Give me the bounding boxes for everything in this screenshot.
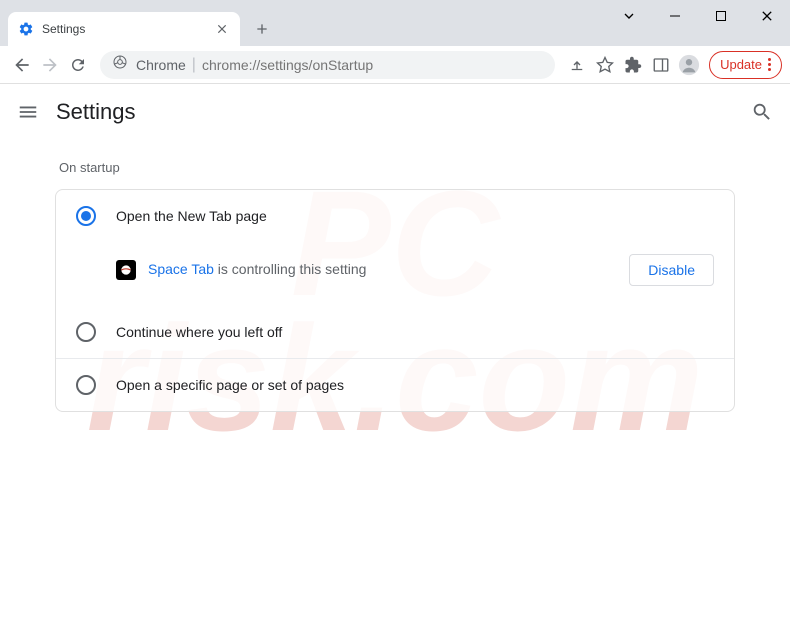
option-continue-label: Continue where you left off xyxy=(116,324,282,340)
maximize-window-button[interactable] xyxy=(698,0,744,32)
option-specific-page-label: Open a specific page or set of pages xyxy=(116,377,344,393)
minimize-window-button[interactable] xyxy=(652,0,698,32)
forward-button[interactable] xyxy=(36,51,64,79)
address-bar[interactable]: Chrome | chrome://settings/onStartup xyxy=(100,51,555,79)
startup-options-card: Open the New Tab page Space Tab is contr… xyxy=(55,189,735,412)
chevron-down-icon[interactable] xyxy=(606,0,652,32)
radio-specific-page[interactable] xyxy=(76,375,96,395)
option-specific-page[interactable]: Open a specific page or set of pages xyxy=(56,358,734,411)
hamburger-menu-icon[interactable] xyxy=(16,100,40,124)
extension-message: is controlling this setting xyxy=(214,261,367,277)
disable-extension-button[interactable]: Disable xyxy=(629,254,714,286)
search-icon[interactable] xyxy=(750,100,774,124)
page-title: Settings xyxy=(56,99,750,125)
tab-title: Settings xyxy=(42,22,214,36)
section-label: On startup xyxy=(55,160,735,175)
extension-name-link[interactable]: Space Tab xyxy=(148,261,214,277)
option-new-tab-label: Open the New Tab page xyxy=(116,208,267,224)
settings-gear-icon xyxy=(18,21,34,37)
share-icon[interactable] xyxy=(563,51,591,79)
option-continue[interactable]: Continue where you left off xyxy=(56,306,734,358)
update-label: Update xyxy=(720,57,762,72)
close-tab-icon[interactable] xyxy=(214,21,230,37)
omnibox-path: chrome://settings/onStartup xyxy=(202,57,373,73)
option-new-tab[interactable]: Open the New Tab page xyxy=(56,190,734,242)
bookmark-star-icon[interactable] xyxy=(591,51,619,79)
more-menu-icon xyxy=(768,58,771,71)
extension-space-tab-icon xyxy=(116,260,136,280)
side-panel-icon[interactable] xyxy=(647,51,675,79)
radio-continue[interactable] xyxy=(76,322,96,342)
toolbar: Chrome | chrome://settings/onStartup Upd… xyxy=(0,46,790,84)
settings-header: Settings xyxy=(0,84,790,140)
browser-tab[interactable]: Settings xyxy=(8,12,240,46)
radio-new-tab[interactable] xyxy=(76,206,96,226)
update-button[interactable]: Update xyxy=(709,51,782,79)
titlebar: Settings xyxy=(0,0,790,46)
close-window-button[interactable] xyxy=(744,0,790,32)
reload-button[interactable] xyxy=(64,51,92,79)
extensions-icon[interactable] xyxy=(619,51,647,79)
back-button[interactable] xyxy=(8,51,36,79)
content-area: On startup Open the New Tab page Space T… xyxy=(0,140,790,412)
profile-avatar-icon[interactable] xyxy=(675,51,703,79)
chrome-icon xyxy=(112,54,128,75)
omnibox-origin: Chrome xyxy=(136,57,186,73)
new-tab-button[interactable] xyxy=(248,15,276,43)
extension-notice: Space Tab is controlling this setting Di… xyxy=(56,242,734,306)
